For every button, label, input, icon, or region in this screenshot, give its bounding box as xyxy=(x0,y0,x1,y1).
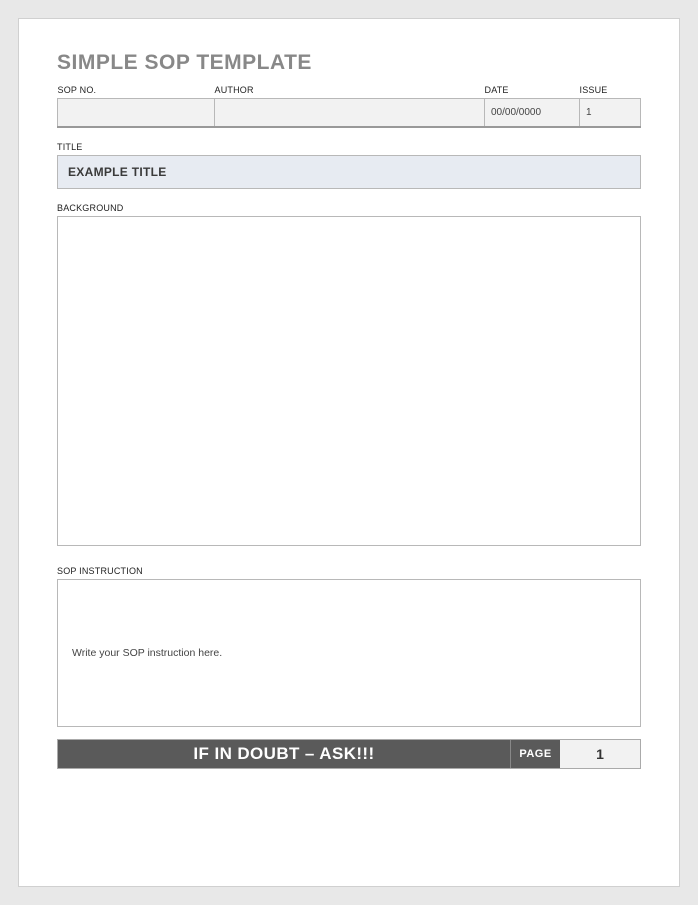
instruction-input[interactable]: Write your SOP instruction here. xyxy=(57,579,641,727)
footer-page-label: PAGE xyxy=(510,740,560,768)
date-label: DATE xyxy=(485,83,580,99)
sop-no-label: SOP NO. xyxy=(58,83,215,99)
background-label: BACKGROUND xyxy=(57,203,641,213)
author-label: AUTHOR xyxy=(215,83,485,99)
background-input[interactable] xyxy=(57,216,641,546)
issue-input[interactable]: 1 xyxy=(580,99,641,127)
instruction-label: SOP INSTRUCTION xyxy=(57,566,641,576)
meta-table: SOP NO. AUTHOR DATE ISSUE 00/00/0000 1 xyxy=(57,83,641,128)
footer-bar: IF IN DOUBT – ASK!!! PAGE 1 xyxy=(57,739,641,769)
sop-no-input[interactable] xyxy=(58,99,215,127)
document-page: SIMPLE SOP TEMPLATE SOP NO. AUTHOR DATE … xyxy=(18,18,680,887)
author-input[interactable] xyxy=(215,99,485,127)
title-label: TITLE xyxy=(57,142,641,152)
document-title: SIMPLE SOP TEMPLATE xyxy=(57,51,641,75)
issue-label: ISSUE xyxy=(580,83,641,99)
instruction-text: Write your SOP instruction here. xyxy=(72,647,222,659)
footer-page-number: 1 xyxy=(560,740,640,768)
footer-message: IF IN DOUBT – ASK!!! xyxy=(58,740,510,768)
date-input[interactable]: 00/00/0000 xyxy=(485,99,580,127)
title-input[interactable]: EXAMPLE TITLE xyxy=(57,155,641,189)
